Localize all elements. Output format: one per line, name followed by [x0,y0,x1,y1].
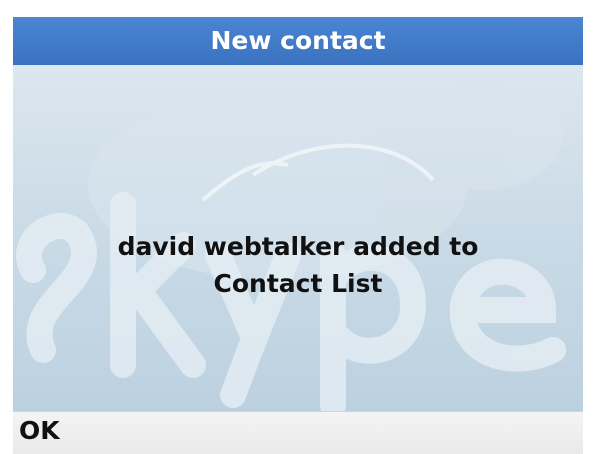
message-line-2: Contact List [213,269,383,298]
dialog-screen: New contact david webtalker added to Con… [13,17,583,454]
ok-softkey-button[interactable]: OK [19,416,60,445]
softkey-bar: OK [13,411,583,454]
dialog-content: david webtalker added to Contact List [13,65,583,411]
confirmation-message: david webtalker added to Contact List [13,228,583,302]
message-line-1: david webtalker added to [117,232,479,261]
dialog-title: New contact [13,17,583,65]
